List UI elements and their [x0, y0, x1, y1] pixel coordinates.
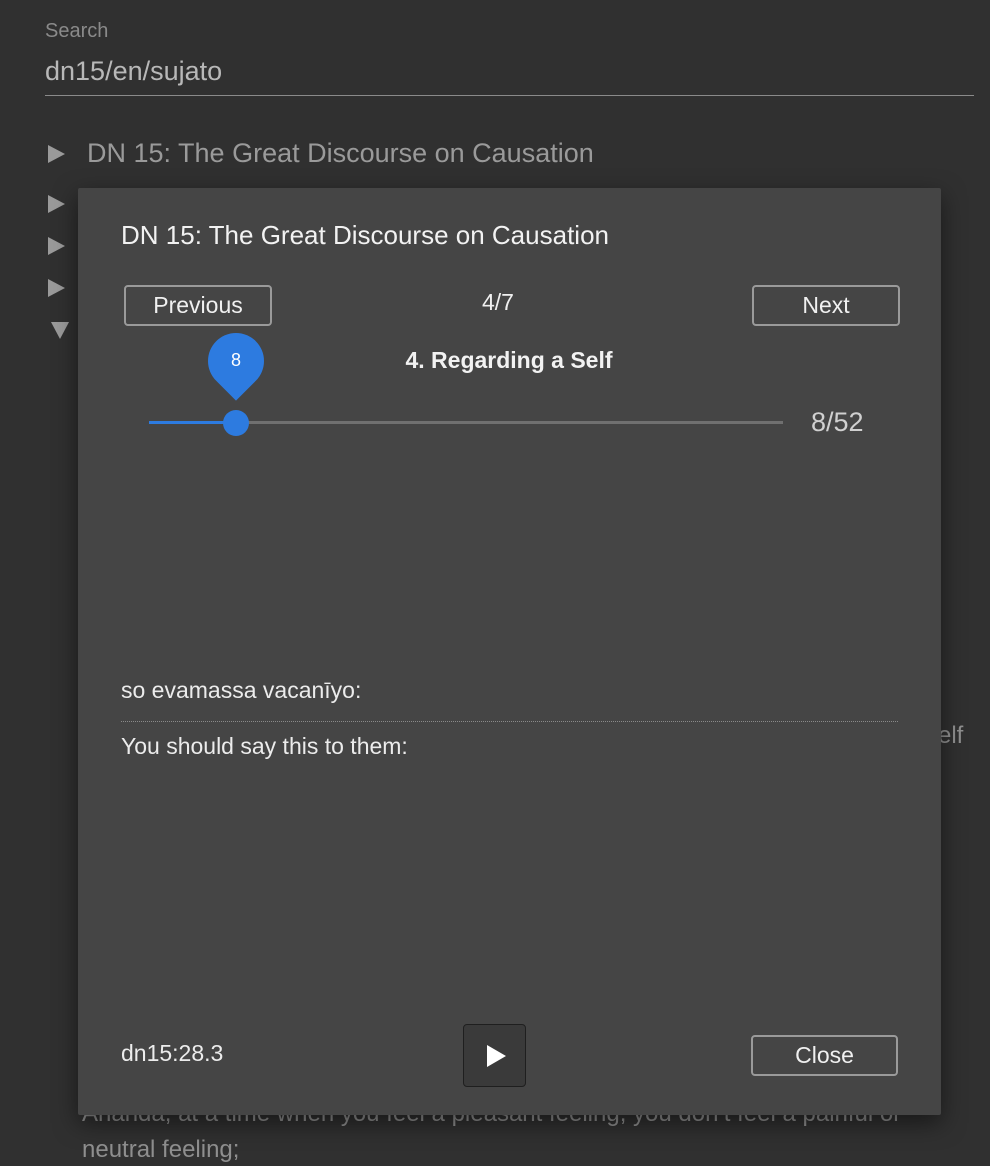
section-title: 4. Regarding a Self	[405, 347, 613, 373]
search-label: Search	[45, 20, 109, 42]
tree-item-label: DN 15: The Great Discourse on Causation	[87, 138, 594, 168]
collapse-arrow-icon[interactable]	[51, 322, 69, 339]
expand-arrow-icon[interactable]	[48, 195, 65, 213]
next-button[interactable]: Next	[752, 285, 900, 326]
expand-arrow-icon[interactable]	[48, 279, 65, 297]
previous-button[interactable]: Previous	[124, 285, 272, 326]
tree-item-dn15[interactable]: DN 15: The Great Discourse on Causation	[48, 138, 594, 169]
english-text: You should say this to them:	[121, 733, 408, 759]
tree-item[interactable]	[48, 195, 65, 213]
text-divider	[121, 721, 898, 722]
page: Search DN 15: The Great Discourse on Cau…	[0, 0, 990, 1166]
tree-item-expanded[interactable]	[51, 322, 69, 339]
play-icon	[487, 1044, 506, 1067]
play-button[interactable]	[463, 1024, 526, 1087]
segment-slider[interactable]: 8	[149, 321, 783, 436]
dialog-title: DN 15: The Great Discourse on Causation	[121, 220, 609, 250]
background-text-line: neutral feeling;	[82, 1136, 240, 1163]
search-input[interactable]	[45, 48, 974, 96]
segment-dialog: DN 15: The Great Discourse on Causation …	[78, 188, 941, 1115]
section-counter: 4/7	[482, 289, 514, 315]
expand-arrow-icon[interactable]	[48, 237, 65, 255]
segment-count: 8/52	[811, 407, 864, 437]
expand-arrow-icon[interactable]	[48, 144, 65, 163]
background-text-fragment: elf	[938, 722, 964, 749]
segment-id: dn15:28.3	[121, 1040, 224, 1066]
pali-text: so evamassa vacanīyo:	[121, 677, 362, 703]
tree-item[interactable]	[48, 237, 65, 255]
slider-thumb[interactable]	[223, 410, 249, 436]
tree-item[interactable]	[48, 279, 65, 297]
close-button[interactable]: Close	[751, 1035, 898, 1076]
slider-value-label: 8	[230, 350, 241, 370]
